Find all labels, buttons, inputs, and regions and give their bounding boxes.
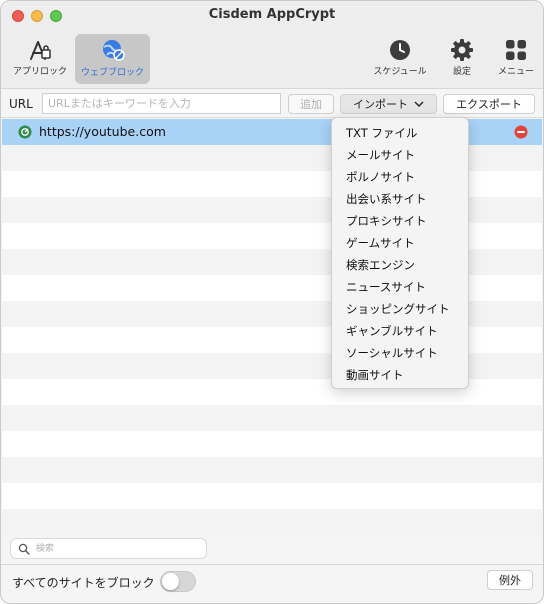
gear-icon xyxy=(451,39,473,61)
settings-button[interactable]: 設定 xyxy=(441,39,483,77)
site-url: https://youtube.com xyxy=(39,124,166,139)
menu-item-proxy-sites[interactable]: プロキシサイト xyxy=(332,210,468,232)
export-button-label: エクスポート xyxy=(456,98,522,111)
grid-menu-icon xyxy=(506,40,526,60)
export-button[interactable]: エクスポート xyxy=(443,94,535,114)
site-globe-icon xyxy=(18,125,32,139)
search-input[interactable] xyxy=(36,541,204,557)
import-button[interactable]: インポート xyxy=(340,94,437,114)
window-title: Cisdem AppCrypt xyxy=(208,7,336,22)
title-bar: Cisdem AppCrypt アプリロック ウェブブロック スケジュール 設定… xyxy=(1,1,543,89)
url-entry-row: URL 追加 インポート エクスポート xyxy=(1,90,543,118)
remove-site-icon[interactable] xyxy=(514,125,528,139)
footer-divider xyxy=(1,564,543,565)
web-block-tab[interactable]: ウェブブロック xyxy=(75,34,150,84)
menu-item-news-sites[interactable]: ニュースサイト xyxy=(332,276,468,298)
menu-item-dating-sites[interactable]: 出会い系サイト xyxy=(332,188,468,210)
menu-item-game-sites[interactable]: ゲームサイト xyxy=(332,232,468,254)
menu-item-txt-file[interactable]: TXT ファイル xyxy=(332,122,468,144)
schedule-button[interactable]: スケジュール xyxy=(369,39,431,77)
app-lock-icon xyxy=(30,41,51,60)
search-icon xyxy=(18,543,30,555)
search-field[interactable] xyxy=(10,538,207,559)
empty-row xyxy=(2,509,542,535)
exceptions-button-label: 例外 xyxy=(499,574,521,587)
url-label: URL xyxy=(9,97,33,111)
app-lock-tab[interactable]: アプリロック xyxy=(9,39,71,77)
import-button-label: インポート xyxy=(353,98,408,111)
menu-item-shopping-sites[interactable]: ショッピングサイト xyxy=(332,298,468,320)
url-input[interactable] xyxy=(42,93,281,114)
empty-row xyxy=(2,431,542,457)
menu-item-social-sites[interactable]: ソーシャルサイト xyxy=(332,342,468,364)
chevron-down-icon xyxy=(414,101,424,107)
settings-label: 設定 xyxy=(452,67,471,77)
menu-item-mail-sites[interactable]: メールサイト xyxy=(332,144,468,166)
menu-item-porn-sites[interactable]: ポルノサイト xyxy=(332,166,468,188)
block-all-toggle[interactable] xyxy=(160,571,196,592)
clock-icon xyxy=(390,40,410,60)
empty-row xyxy=(2,457,542,483)
add-button-label: 追加 xyxy=(300,98,322,111)
exceptions-button[interactable]: 例外 xyxy=(487,570,533,590)
import-dropdown-menu: TXT ファイル メールサイト ポルノサイト 出会い系サイト プロキシサイト ゲ… xyxy=(331,117,469,389)
menu-item-video-sites[interactable]: 動画サイト xyxy=(332,364,468,386)
web-block-label: ウェブブロック xyxy=(80,68,144,78)
menu-label: メニュー xyxy=(497,67,534,77)
block-all-label: すべてのサイトをブロック xyxy=(12,576,155,590)
empty-row xyxy=(2,483,542,509)
web-block-icon xyxy=(102,40,125,61)
app-window: Cisdem AppCrypt アプリロック ウェブブロック スケジュール 設定… xyxy=(0,0,544,604)
schedule-label: スケジュール xyxy=(373,67,427,77)
empty-row xyxy=(2,405,542,431)
toggle-knob xyxy=(162,573,179,590)
app-lock-label: アプリロック xyxy=(12,67,67,77)
menu-button[interactable]: メニュー xyxy=(493,39,539,77)
menu-item-gambling-sites[interactable]: ギャンブルサイト xyxy=(332,320,468,342)
add-button[interactable]: 追加 xyxy=(288,94,334,114)
menu-item-search-engines[interactable]: 検索エンジン xyxy=(332,254,468,276)
